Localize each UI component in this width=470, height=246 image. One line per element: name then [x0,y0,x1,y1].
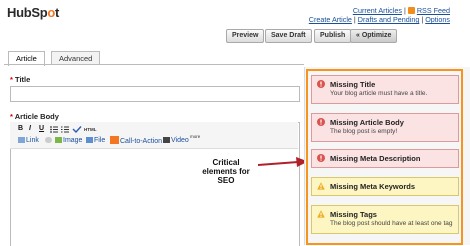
logo-text-end: t [55,5,60,20]
title-input[interactable] [10,86,300,102]
create-article-link[interactable]: Create Article [309,15,352,24]
article-body-label: * Article Body [10,112,59,121]
unlink-icon[interactable] [45,137,52,143]
video-button[interactable]: Video [163,136,189,145]
spellcheck-icon[interactable] [72,126,82,135]
hubspot-logo: HubSpot [7,5,59,20]
tab-advanced[interactable]: Advanced [51,51,101,65]
more-button[interactable]: more [190,134,200,139]
underline-button[interactable]: U [39,125,44,132]
rss-feed-link[interactable]: RSS Feed [417,6,450,15]
file-icon [86,137,93,143]
publish-button[interactable]: Publish [314,29,352,43]
image-button[interactable]: Image [55,136,82,145]
bullet-list-icon[interactable] [50,126,58,135]
tab-divider [4,64,304,65]
save-draft-button[interactable]: Save Draft [265,29,312,43]
bold-button[interactable]: B [18,125,23,132]
file-button[interactable]: File [86,136,105,145]
seo-highlight-box [306,69,463,245]
cta-icon [110,136,119,144]
separator: | [403,6,406,15]
numbered-list-icon[interactable] [61,126,69,135]
separator: | [421,15,424,24]
cta-button[interactable]: Call-to-Action [110,136,162,146]
article-body-label-text: Article Body [14,112,59,121]
required-marker: * [10,112,13,121]
current-articles-link[interactable]: Current Articles [353,6,402,15]
required-marker: * [10,75,13,84]
title-label-text: Title [15,75,31,84]
annotation-line: elements for [202,167,250,176]
html-button[interactable]: HTML [84,127,97,132]
file-label: File [94,137,106,144]
logo-text: HubSp [7,5,48,20]
drafts-pending-link[interactable]: Drafts and Pending [358,15,420,24]
logo-sprocket: o [47,5,56,20]
link-icon [18,137,25,143]
image-label: Image [63,137,83,144]
separator: | [353,15,356,24]
link-button[interactable]: Link [18,136,39,145]
video-label: Video [171,137,189,144]
top-links: Current Articles | RSS Feed Create Article… [309,6,450,24]
rss-icon [407,7,415,14]
video-icon [163,137,170,143]
annotation-line: Critical [212,158,240,167]
italic-button[interactable]: I [29,125,31,132]
options-link[interactable]: Options [425,15,450,24]
annotation-line: SEO [217,176,235,185]
seo-annotation: Critical elements for SEO [198,158,254,185]
title-label: * Title [10,75,30,84]
optimize-button[interactable]: « Optimize [350,29,398,43]
cta-label: Call-to-Action [120,138,163,145]
preview-button[interactable]: Preview [226,29,265,43]
arrow-icon [258,157,308,167]
image-icon [55,137,62,143]
link-label: Link [26,137,39,144]
